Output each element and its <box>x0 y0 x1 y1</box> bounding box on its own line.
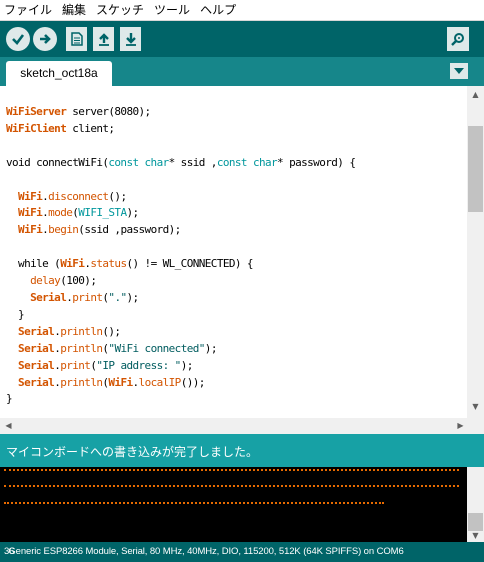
console-scrollbar[interactable]: ▼ <box>467 467 484 542</box>
tab-menu-button[interactable] <box>450 63 468 79</box>
editor-vertical-scrollbar[interactable]: ▲ ▼ <box>467 86 484 418</box>
code-line-12: Serial.print("."); <box>30 290 139 304</box>
code-line-14: Serial.println(); <box>18 324 121 338</box>
status-bar: マイコンボードへの書き込みが完了しました。 <box>0 434 484 467</box>
magnifier-icon <box>451 33 464 46</box>
code-line-7: WiFi.mode(WIFI_STA); <box>18 206 139 220</box>
new-button[interactable] <box>66 27 87 51</box>
menu-file[interactable]: ファイル <box>4 0 52 21</box>
arrow-right-icon <box>40 34 51 44</box>
console-line-3 <box>4 502 384 504</box>
new-document-icon <box>70 32 83 46</box>
menu-help[interactable]: ヘルプ <box>200 0 236 21</box>
status-message: マイコンボードへの書き込みが完了しました。 <box>6 445 259 459</box>
serial-monitor-button[interactable] <box>447 27 469 51</box>
code-line-18: } <box>6 392 13 406</box>
tab-bar: sketch_oct18a <box>0 57 484 86</box>
code-line-17: Serial.println(WiFi.localIP()); <box>18 375 205 389</box>
code-line-1: WiFiServer server(8080); <box>6 105 151 118</box>
arrow-up-icon <box>98 33 109 46</box>
scroll-down-icon[interactable]: ▼ <box>467 402 484 411</box>
code-text: WiFiServer server(8080); WiFiClient clien… <box>6 104 356 408</box>
scroll-left-icon[interactable]: ◀ <box>0 421 17 430</box>
triangle-down-icon <box>454 68 464 74</box>
code-line-15: Serial.println("WiFi connected"); <box>18 341 217 355</box>
console-scroll-thumb[interactable] <box>468 513 483 531</box>
menu-bar: ファイル 編集 スケッチ ツール ヘルプ <box>0 0 484 21</box>
code-line-10: while (WiFi.status() != WL_CONNECTED) { <box>18 257 254 271</box>
footer-bar: 36Generic ESP8266 Module, Serial, 80 MHz… <box>0 542 484 562</box>
code-line-6: WiFi.disconnect(); <box>18 189 127 203</box>
tab-sketch[interactable]: sketch_oct18a <box>6 61 112 86</box>
console-output <box>0 467 467 542</box>
board-info: 36Generic ESP8266 Module, Serial, 80 MHz… <box>4 542 404 562</box>
editor-horizontal-scrollbar[interactable]: ◀ ▶ <box>0 418 484 434</box>
arrow-down-icon <box>125 33 136 46</box>
menu-edit[interactable]: 編集 <box>62 0 86 21</box>
console-scroll-down-icon[interactable]: ▼ <box>467 531 484 540</box>
menu-sketch[interactable]: スケッチ <box>96 0 144 21</box>
console-line-1 <box>4 469 459 471</box>
menu-tools[interactable]: ツール <box>154 0 190 21</box>
save-button[interactable] <box>120 27 141 51</box>
code-line-2: WiFiClient client; <box>6 121 115 135</box>
toolbar <box>0 21 484 57</box>
code-line-8: WiFi.begin(ssid ,password); <box>18 223 181 237</box>
code-line-11: delay(100); <box>30 274 97 288</box>
code-editor[interactable]: WiFiServer server(8080); WiFiClient clien… <box>0 86 467 418</box>
code-line-16: Serial.print("IP address: "); <box>18 358 193 372</box>
editor-scroll-thumb[interactable] <box>468 126 483 212</box>
code-line-13: } <box>18 307 25 321</box>
board-description: Generic ESP8266 Module, Serial, 80 MHz, … <box>8 546 404 557</box>
scroll-up-icon[interactable]: ▲ <box>467 90 484 99</box>
console-line-2 <box>4 485 459 487</box>
checkmark-icon <box>12 34 25 45</box>
verify-button[interactable] <box>6 27 30 51</box>
open-button[interactable] <box>93 27 114 51</box>
code-line-4: void connectWiFi(const char* ssid ,const… <box>6 155 356 169</box>
upload-button[interactable] <box>33 27 57 51</box>
scroll-right-icon[interactable]: ▶ <box>452 421 469 430</box>
